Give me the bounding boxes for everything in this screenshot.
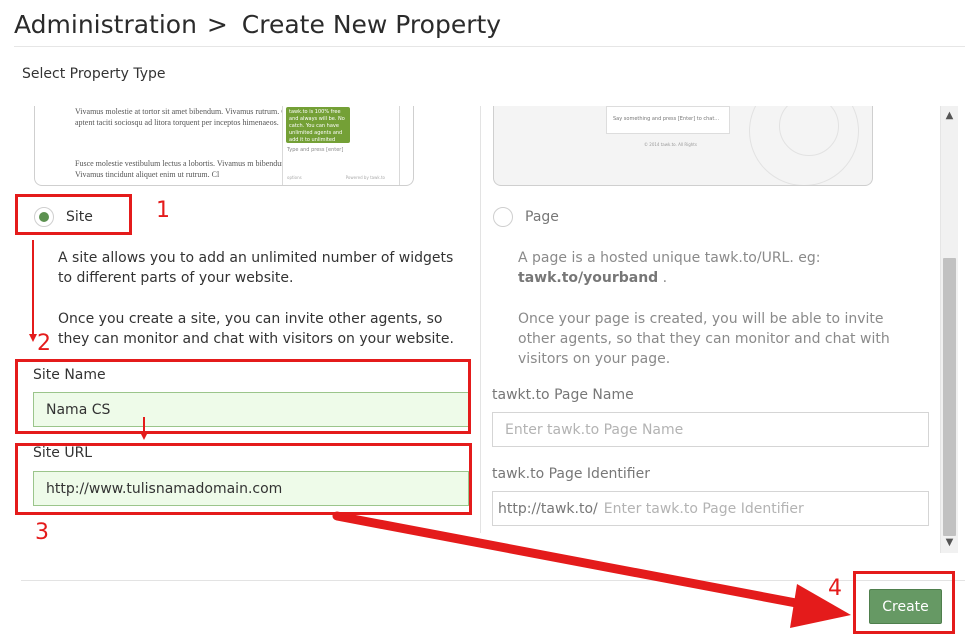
annotation-step-3: 3 (35, 520, 49, 545)
page-description-suffix: . (662, 270, 668, 286)
site-radio-label[interactable]: Site (66, 209, 93, 225)
page-identifier-prefix: http://tawk.to/ (498, 500, 598, 517)
chat-input-preview: Type and press [enter] (287, 147, 344, 153)
site-name-label: Site Name (33, 367, 106, 383)
create-button[interactable]: Create (869, 589, 942, 624)
column-divider (480, 106, 481, 533)
chat-footer-right: Powered by tawk.to (345, 175, 385, 180)
page-radio-label[interactable]: Page (525, 209, 559, 225)
scrollbar-thumb[interactable] (943, 258, 956, 536)
vertical-scrollbar[interactable]: ▲ ▼ (940, 106, 958, 553)
page-name-label: tawkt.to Page Name (492, 387, 634, 403)
site-name-input[interactable] (33, 392, 469, 427)
page-name-input[interactable] (492, 412, 929, 447)
page-radio-option[interactable]: Page (493, 207, 559, 227)
title-divider (14, 46, 965, 47)
breadcrumb-root[interactable]: Administration (14, 10, 197, 39)
site-preview-image: Vivamus molestie at tortor sit amet bibe… (34, 106, 414, 186)
chat-widget-preview: tawk.to is 100% free and always will be.… (282, 106, 400, 185)
page-identifier-input[interactable] (597, 492, 928, 525)
page-radio-button[interactable] (493, 207, 513, 227)
page-preview-box: Say something and press [Enter] to chat.… (606, 106, 730, 134)
page-description-text: A page is a hosted unique tawk.to/URL. e… (518, 250, 821, 266)
preview-paragraph: Vivamus molestie at tortor sit amet bibe… (75, 107, 299, 127)
site-radio-button[interactable] (34, 207, 54, 227)
page-preview-image: Say something and press [Enter] to chat.… (493, 106, 873, 186)
page-description-example: tawk.to/yourband (518, 270, 659, 286)
chat-footer: options Powered by tawk.to (287, 175, 397, 180)
site-url-label: Site URL (33, 445, 93, 461)
site-url-input[interactable] (33, 471, 469, 506)
annotation-step-1: 1 (156, 198, 170, 223)
annotation-arrow-create-shaft (332, 511, 817, 611)
page-description-1: A page is a hosted unique tawk.to/URL. e… (518, 248, 918, 288)
footer-divider (21, 580, 965, 581)
site-description-2: Once you create a site, you can invite o… (58, 311, 454, 347)
page-identifier-label: tawk.to Page Identifier (492, 466, 650, 482)
annotation-step-2: 2 (37, 331, 51, 356)
chat-footer-left: options (287, 175, 302, 180)
page-description-2: Once your page is created, you will be a… (518, 311, 890, 367)
chat-bubble: tawk.to is 100% free and always will be.… (286, 107, 350, 150)
chevron-right-icon: > (206, 10, 228, 39)
annotation-arrow-create-head (790, 584, 851, 628)
site-radio-option[interactable]: Site (34, 207, 93, 227)
scroll-up-icon[interactable]: ▲ (941, 108, 958, 124)
scroll-down-icon[interactable]: ▼ (941, 535, 958, 551)
page-preview-copyright: © 2014 tawk.to. All Rights (644, 142, 697, 147)
site-description-1: A site allows you to add an unlimited nu… (58, 250, 454, 286)
page-identifier-field[interactable]: http://tawk.to/ (492, 491, 929, 526)
breadcrumb-current: Create New Property (241, 10, 502, 39)
page-title: Administration > Create New Property (14, 10, 501, 39)
preview-paragraph: Fusce molestie vestibulum lectus a lobor… (75, 159, 290, 179)
section-label: Select Property Type (22, 66, 166, 82)
